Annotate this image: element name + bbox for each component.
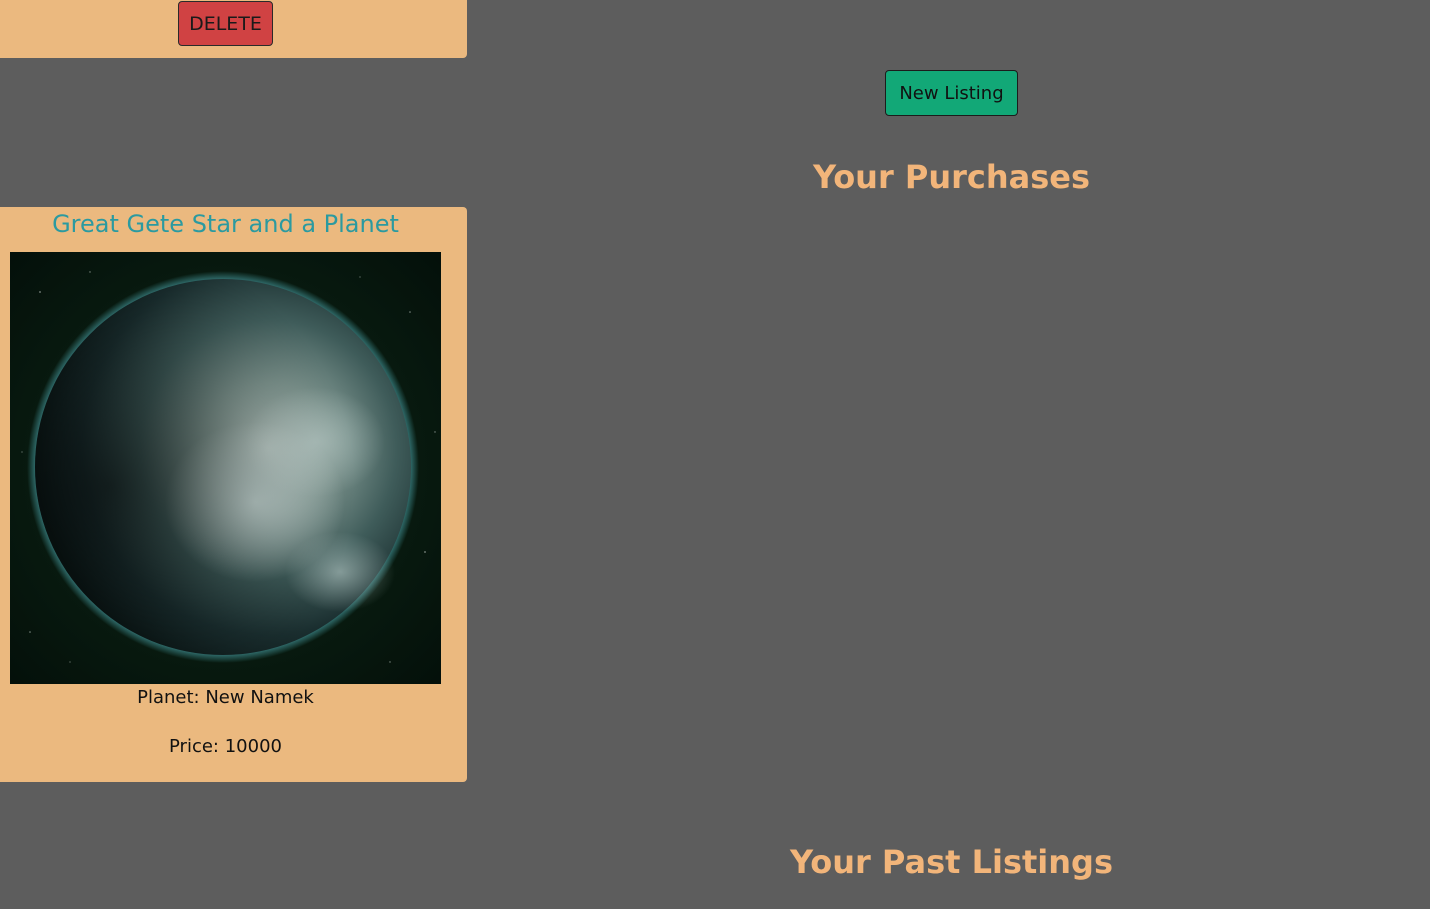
listing-card: Great Gete Star and a Planet Planet: New… [0, 207, 467, 782]
planet-name: Planet: New Namek [137, 687, 314, 708]
past-listings-heading: Your Past Listings [790, 843, 1113, 881]
price: Price: 10000 [169, 736, 282, 757]
listing-title: Great Gete Star and a Planet [52, 210, 399, 238]
page: DELETE Great Gete Star and a Planet Plan… [0, 0, 1430, 909]
listing-card-previous: DELETE [0, 0, 467, 58]
purchases-heading: Your Purchases [812, 158, 1091, 196]
new-listing-button[interactable]: New Listing [885, 70, 1018, 116]
delete-button[interactable]: DELETE [178, 1, 273, 46]
planet-image [10, 252, 441, 684]
